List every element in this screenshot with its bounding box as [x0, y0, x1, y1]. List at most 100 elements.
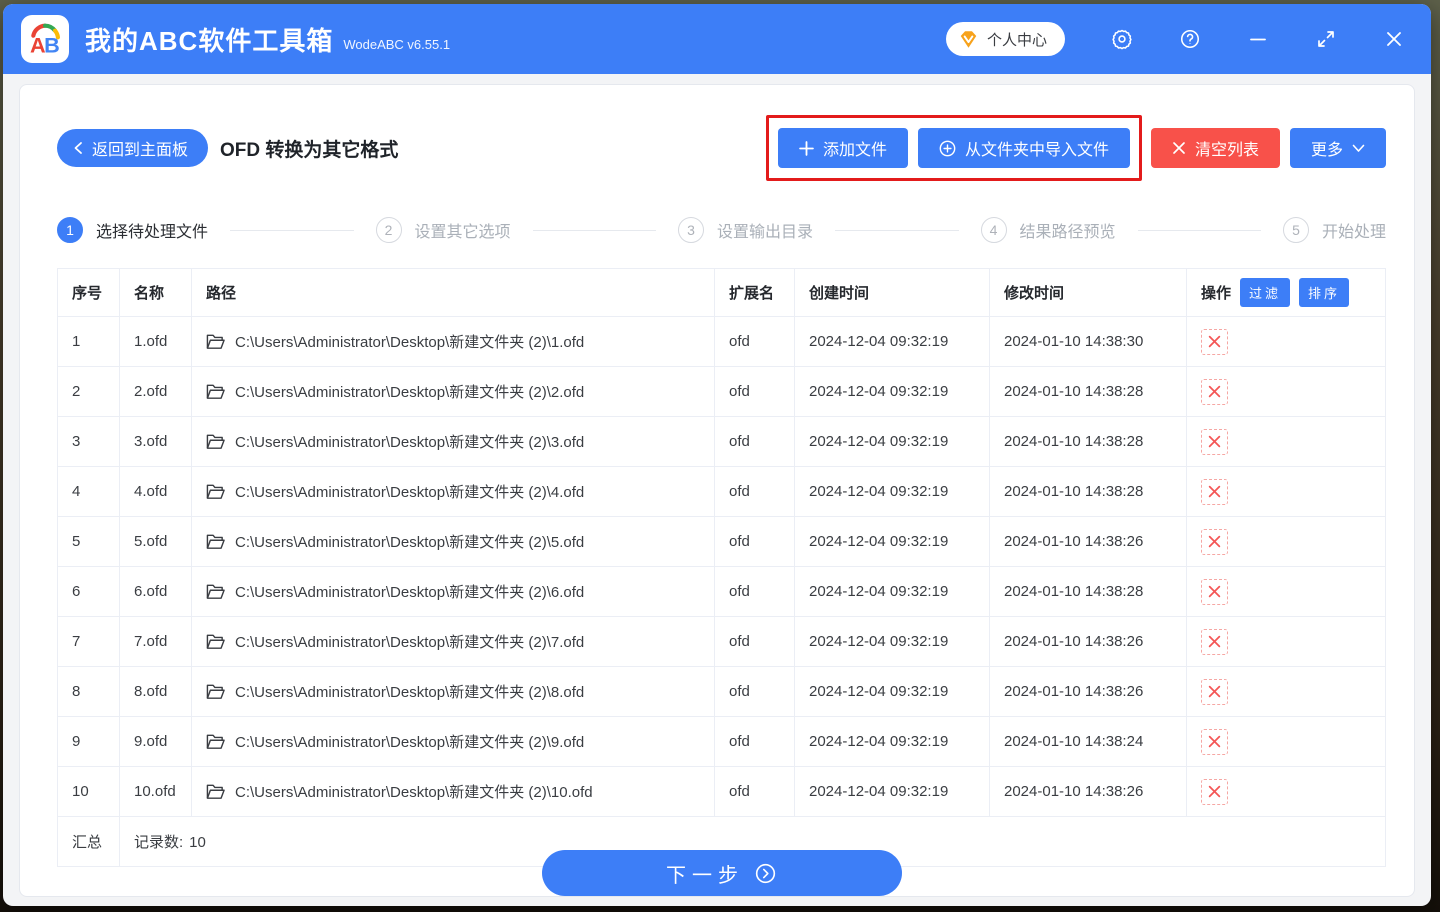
personal-center-label: 个人中心 [986, 31, 1047, 49]
back-button-label: 返回到主面板 [92, 142, 189, 159]
personal-center-button[interactable]: 个人中心 [945, 22, 1065, 56]
table-header-row: 序号 名称 路径 扩展名 创建时间 修改时间 操作 过滤 排序 [57, 268, 1386, 317]
delete-row-button[interactable] [1201, 728, 1228, 755]
file-table: 序号 名称 路径 扩展名 创建时间 修改时间 操作 过滤 排序 1 1.ofd … [57, 268, 1386, 867]
record-count: 10 [189, 834, 206, 851]
delete-row-button[interactable] [1201, 478, 1228, 505]
cell-index: 2 [57, 366, 120, 417]
table-row: 9 9.ofd C:\Users\Administrator\Desktop\新建… [57, 716, 1386, 767]
cell-actions [1186, 616, 1386, 667]
cell-index: 4 [57, 466, 120, 517]
vip-badge-icon [958, 30, 979, 49]
cell-name: 1.ofd [119, 316, 192, 367]
next-row: 下一步 [57, 850, 1386, 896]
annotation-highlight-box: 添加文件 从文件夹中导入文件 [765, 115, 1142, 181]
file-path: C:\Users\Administrator\Desktop\新建文件夹 (2)… [235, 684, 585, 701]
delete-row-button[interactable] [1201, 628, 1228, 655]
cell-path: C:\Users\Administrator\Desktop\新建文件夹 (2)… [191, 416, 715, 467]
step-5: 5 开始处理 [1283, 217, 1386, 243]
step-2: 2 设置其它选项 [375, 217, 511, 243]
toolbar: 返回到主面板 OFD 转换为其它格式 添加文件 从文件夹中导入文件 清空列表 更… [57, 115, 1386, 181]
close-button[interactable] [1383, 28, 1405, 50]
header-actions: 操作 过滤 排序 [1186, 268, 1386, 317]
cell-modified: 2024-01-10 14:38:26 [989, 616, 1187, 667]
cell-name: 5.ofd [119, 516, 192, 567]
folder-icon [206, 433, 225, 450]
folder-icon [206, 733, 225, 750]
cell-ext: ofd [714, 766, 795, 817]
folder-icon [206, 633, 225, 650]
cell-actions [1186, 766, 1386, 817]
header-ext: 扩展名 [714, 268, 795, 317]
cell-modified: 2024-01-10 14:38:26 [989, 766, 1187, 817]
cell-name: 3.ofd [119, 416, 192, 467]
file-path: C:\Users\Administrator\Desktop\新建文件夹 (2)… [235, 734, 585, 751]
table-row: 10 10.ofd C:\Users\Administrator\Desktop\… [57, 766, 1386, 817]
filter-button[interactable]: 过滤 [1240, 278, 1291, 307]
cell-created: 2024-12-04 09:32:19 [794, 616, 990, 667]
step-1: 1 选择待处理文件 [57, 217, 208, 243]
table-row: 8 8.ofd C:\Users\Administrator\Desktop\新建… [57, 666, 1386, 717]
cell-ext: ofd [714, 666, 795, 717]
import-from-folder-button[interactable]: 从文件夹中导入文件 [917, 128, 1130, 168]
clear-list-button[interactable]: 清空列表 [1150, 128, 1280, 168]
main-panel: 返回到主面板 OFD 转换为其它格式 添加文件 从文件夹中导入文件 清空列表 更… [19, 84, 1415, 897]
next-step-button[interactable]: 下一步 [541, 850, 902, 896]
step-number: 1 [57, 217, 83, 243]
cell-actions [1186, 566, 1386, 617]
cell-ext: ofd [714, 716, 795, 767]
cell-actions [1186, 416, 1386, 467]
cell-name: 8.ofd [119, 666, 192, 717]
cell-modified: 2024-01-10 14:38:24 [989, 716, 1187, 767]
folder-icon [206, 533, 225, 550]
help-icon[interactable] [1179, 28, 1201, 50]
cell-modified: 2024-01-10 14:38:30 [989, 316, 1187, 367]
header-modified: 修改时间 [989, 268, 1187, 317]
table-rows: 1 1.ofd C:\Users\Administrator\Desktop\新建… [57, 316, 1386, 817]
delete-row-button[interactable] [1201, 428, 1228, 455]
cell-ext: ofd [714, 366, 795, 417]
cell-created: 2024-12-04 09:32:19 [794, 416, 990, 467]
delete-row-button[interactable] [1201, 328, 1228, 355]
cell-modified: 2024-01-10 14:38:28 [989, 416, 1187, 467]
file-table-wrap: 序号 名称 路径 扩展名 创建时间 修改时间 操作 过滤 排序 1 1.ofd … [57, 268, 1386, 867]
cell-created: 2024-12-04 09:32:19 [794, 316, 990, 367]
sort-button[interactable]: 排序 [1299, 278, 1350, 307]
cell-modified: 2024-01-10 14:38:26 [989, 666, 1187, 717]
delete-row-button[interactable] [1201, 578, 1228, 605]
add-files-button[interactable]: 添加文件 [777, 128, 908, 168]
settings-gear-icon[interactable] [1111, 28, 1133, 50]
circle-plus-icon [939, 140, 956, 157]
maximize-button[interactable] [1315, 28, 1337, 50]
cell-created: 2024-12-04 09:32:19 [794, 516, 990, 567]
back-to-main-button[interactable]: 返回到主面板 [57, 129, 209, 167]
step-4: 4 结果路径预览 [980, 217, 1116, 243]
minimize-button[interactable] [1247, 28, 1269, 50]
cell-name: 2.ofd [119, 366, 192, 417]
file-path: C:\Users\Administrator\Desktop\新建文件夹 (2)… [235, 484, 585, 501]
cell-actions [1186, 716, 1386, 767]
cell-created: 2024-12-04 09:32:19 [794, 666, 990, 717]
folder-icon [206, 783, 225, 800]
step-label: 开始处理 [1322, 224, 1387, 241]
cell-modified: 2024-01-10 14:38:26 [989, 516, 1187, 567]
folder-icon [206, 583, 225, 600]
file-path: C:\Users\Administrator\Desktop\新建文件夹 (2)… [235, 434, 585, 451]
step-connector [230, 229, 354, 231]
more-button[interactable]: 更多 [1289, 128, 1386, 168]
delete-row-button[interactable] [1201, 678, 1228, 705]
delete-row-button[interactable] [1201, 378, 1228, 405]
cell-path: C:\Users\Administrator\Desktop\新建文件夹 (2)… [191, 516, 715, 567]
header-actions-label: 操作 [1201, 285, 1232, 302]
table-row: 1 1.ofd C:\Users\Administrator\Desktop\新建… [57, 316, 1386, 367]
step-number: 2 [375, 217, 402, 243]
step-label: 选择待处理文件 [96, 224, 209, 241]
cell-path: C:\Users\Administrator\Desktop\新建文件夹 (2)… [191, 716, 715, 767]
file-path: C:\Users\Administrator\Desktop\新建文件夹 (2)… [235, 784, 593, 801]
file-path: C:\Users\Administrator\Desktop\新建文件夹 (2)… [235, 334, 585, 351]
delete-row-button[interactable] [1201, 778, 1228, 805]
cell-actions [1186, 316, 1386, 367]
step-number: 4 [980, 217, 1007, 243]
delete-row-button[interactable] [1201, 528, 1228, 555]
table-row: 5 5.ofd C:\Users\Administrator\Desktop\新建… [57, 516, 1386, 567]
